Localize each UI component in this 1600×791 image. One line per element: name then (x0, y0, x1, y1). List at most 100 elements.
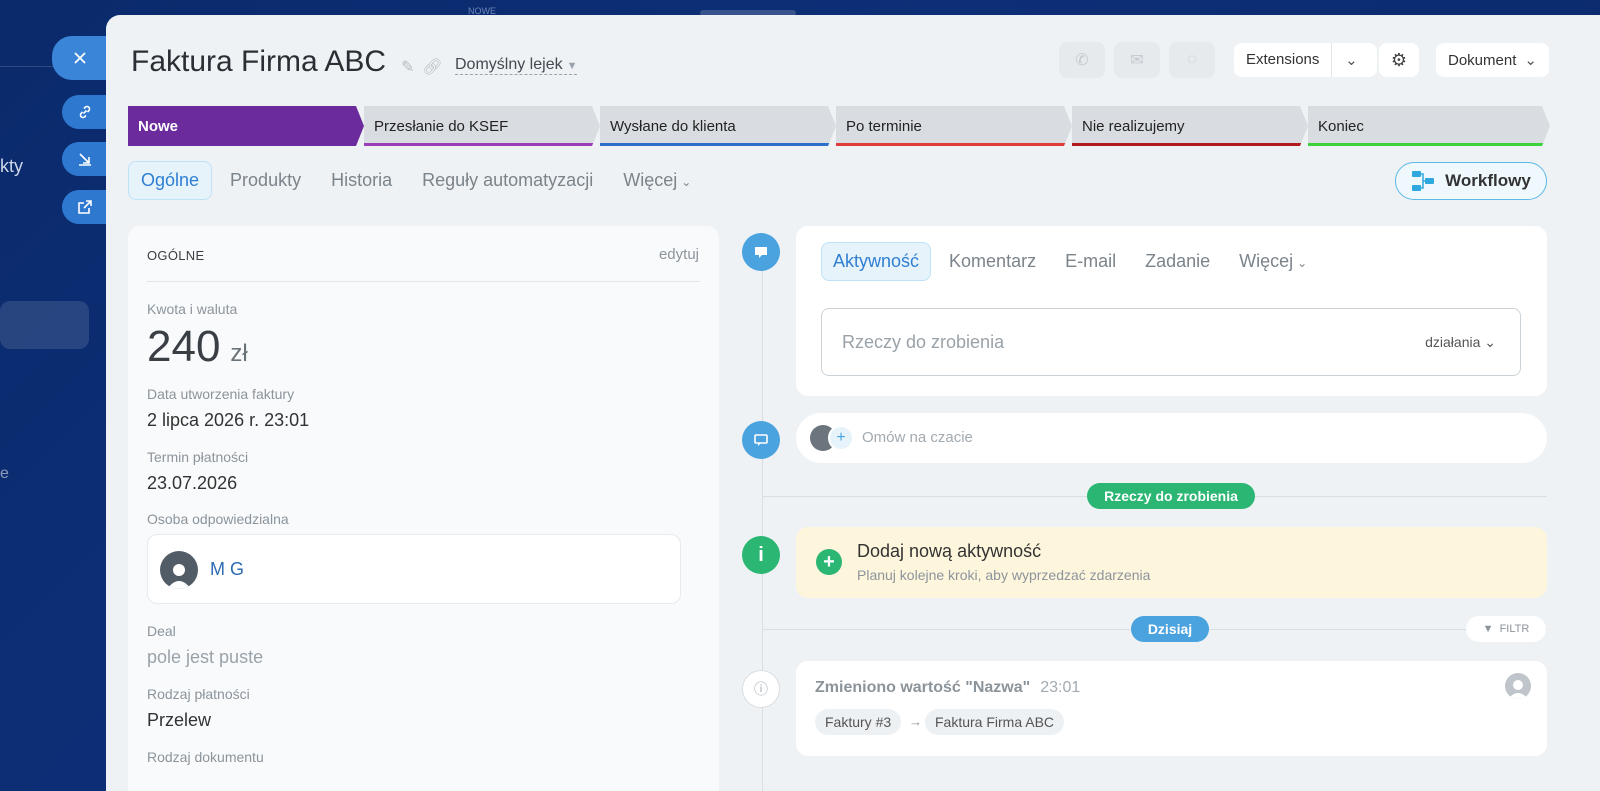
external-link-icon (78, 200, 92, 214)
timeline-chat-dot (742, 421, 780, 459)
stage-label: Po terminie (846, 117, 922, 135)
tab-produkty[interactable]: Produkty (218, 162, 313, 199)
info-icon: i (758, 543, 764, 566)
chevron-down-icon: ⌄ (681, 175, 692, 189)
stage-color-bar (1072, 143, 1302, 146)
filter-icon: ▼ (1482, 623, 1494, 635)
open-new-window-button[interactable] (62, 190, 108, 224)
settings-button[interactable]: ⚙ (1379, 43, 1419, 77)
payment-value: Przelew (147, 710, 212, 730)
history-time: 23:01 (1040, 679, 1081, 696)
new-value-chip: Faktura Firma ABC (925, 709, 1065, 735)
today-pill: Dzisiaj (1131, 616, 1209, 642)
tab-label: Więcej (1239, 251, 1294, 271)
divider (147, 281, 700, 282)
stage-nowe[interactable]: Nowe (128, 106, 364, 146)
add-activity-title: Dodaj nową aktywność (857, 541, 1042, 561)
tab-aktywnosc[interactable]: Aktywność (821, 242, 932, 281)
created-label: Data utworzenia faktury (147, 386, 295, 402)
stage-label: Koniec (1318, 117, 1364, 135)
document-button[interactable]: Dokument ⌄ (1436, 43, 1549, 77)
plus-icon[interactable]: + (816, 549, 842, 575)
avatar (1505, 673, 1531, 699)
responsible-name[interactable]: M G (210, 559, 244, 580)
avatar (160, 551, 198, 589)
tab-reguly[interactable]: Reguły automatyzacji (410, 162, 605, 199)
invoice-panel: Faktura Firma ABC ✎ 🔗︎ Domyślny lejek ▼ ✆… (106, 15, 1600, 791)
add-activity-subtitle: Planuj kolejne kroki, aby wyprzedzać zda… (857, 567, 1151, 583)
deal-value: pole jest puste (147, 647, 264, 667)
created-value: 2 lipca 2026 r. 23:01 (147, 410, 310, 430)
download-button[interactable] (62, 142, 108, 176)
timeline-info-dot: i (742, 536, 780, 574)
chevron-down-icon: ⌄ (1297, 256, 1308, 270)
info-icon: ⓘ (754, 681, 768, 697)
add-activity-card[interactable]: + Dodaj nową aktywność Planuj kolejne kr… (796, 527, 1547, 598)
add-participant-icon[interactable]: + (828, 425, 854, 451)
page-title: Faktura Firma ABC (131, 45, 387, 78)
pencil-icon[interactable]: ✎ (401, 57, 414, 77)
tab-komentarz[interactable]: Komentarz (938, 243, 1047, 280)
tab-wiecej[interactable]: Więcej ⌄ (1228, 243, 1318, 280)
comment-icon (755, 247, 767, 258)
funnel-label: Domyślny lejek (455, 56, 563, 73)
chat-card[interactable]: + Omów na czacie (796, 413, 1547, 463)
tab-zadanie[interactable]: Zadanie (1134, 243, 1221, 280)
title-actions: ✎ 🔗︎ (401, 57, 443, 77)
stage-label: Nowe (138, 117, 179, 135)
stage-color-bar (600, 143, 830, 146)
tab-email[interactable]: E-mail (1054, 243, 1127, 280)
stage-bar: Nowe Przesłanie do KSEF Wysłane do klien… (128, 106, 1550, 146)
chevron-down-icon: ⌄ (1484, 333, 1496, 350)
todo-input[interactable]: Rzeczy do zrobienia działania ⌄ (821, 308, 1521, 376)
background-divider (0, 66, 60, 67)
history-card: Zmieniono wartość "Nazwa" 23:01 Faktury #… (796, 661, 1547, 756)
background-highlight (0, 301, 89, 349)
close-button[interactable] (52, 36, 108, 80)
stage-label: Nie realizujemy (1082, 117, 1185, 135)
responsible-label: Osoba odpowiedzialna (147, 511, 289, 527)
payment-label: Rodzaj płatności (147, 686, 250, 702)
stage-wyslane[interactable]: Wysłane do klienta (600, 106, 836, 146)
deal-label: Deal (147, 623, 176, 639)
stage-nie-realizujemy[interactable]: Nie realizujemy (1072, 106, 1308, 146)
actions-dropdown[interactable]: działania ⌄ (1425, 334, 1496, 351)
amount-value: 240 zł (147, 322, 248, 372)
edit-link[interactable]: edytuj (659, 246, 699, 263)
extensions-button[interactable]: Extensions ⌄ (1234, 43, 1377, 77)
stage-ksef[interactable]: Przesłanie do KSEF (364, 106, 600, 146)
todo-section-pill: Rzeczy do zrobienia (1087, 483, 1255, 509)
section-title: OGÓLNE (147, 248, 205, 263)
copy-link-button[interactable] (62, 95, 108, 129)
caret-down-icon: ▼ (566, 60, 578, 72)
email-button[interactable]: ✉ (1114, 42, 1160, 78)
tab-historia[interactable]: Historia (319, 162, 404, 199)
chevron-down-icon[interactable]: ⌄ (1332, 51, 1370, 69)
arrow-down-icon (79, 153, 91, 166)
chat-button[interactable]: ◌ (1169, 42, 1215, 78)
workflow-icon (1412, 171, 1435, 191)
workflowy-button[interactable]: Workflowy (1395, 162, 1547, 200)
tab-wiecej[interactable]: Więcej ⌄ (611, 162, 703, 199)
stage-koniec[interactable]: Koniec (1308, 106, 1550, 146)
gear-icon: ⚙ (1390, 49, 1408, 70)
funnel-selector[interactable]: Domyślny lejek ▼ (455, 56, 578, 75)
link-icon (79, 105, 91, 119)
stage-color-bar (836, 143, 1066, 146)
old-value-chip: Faktury #3 (815, 709, 902, 735)
filter-button[interactable]: ▼ FILTR (1466, 616, 1546, 642)
general-card: OGÓLNE edytuj Kwota i waluta 240 zł Data … (128, 226, 719, 791)
tab-ogolne[interactable]: Ogólne (128, 161, 213, 200)
chat-icon (754, 434, 768, 446)
stage-color-bar (1308, 143, 1544, 146)
stage-label: Wysłane do klienta (610, 117, 736, 135)
stage-po-terminie[interactable]: Po terminie (836, 106, 1072, 146)
background-text: e (0, 465, 9, 482)
amount-label: Kwota i waluta (147, 301, 238, 317)
close-icon (74, 52, 86, 64)
call-button[interactable]: ✆ (1059, 42, 1105, 78)
extensions-label: Extensions (1234, 43, 1333, 77)
link-icon[interactable]: 🔗︎ (422, 57, 442, 77)
activity-tabs: Aktywność Komentarz E-mail Zadanie Więce… (821, 242, 1325, 281)
history-title: Zmieniono wartość "Nazwa" 23:01 (815, 679, 1080, 697)
